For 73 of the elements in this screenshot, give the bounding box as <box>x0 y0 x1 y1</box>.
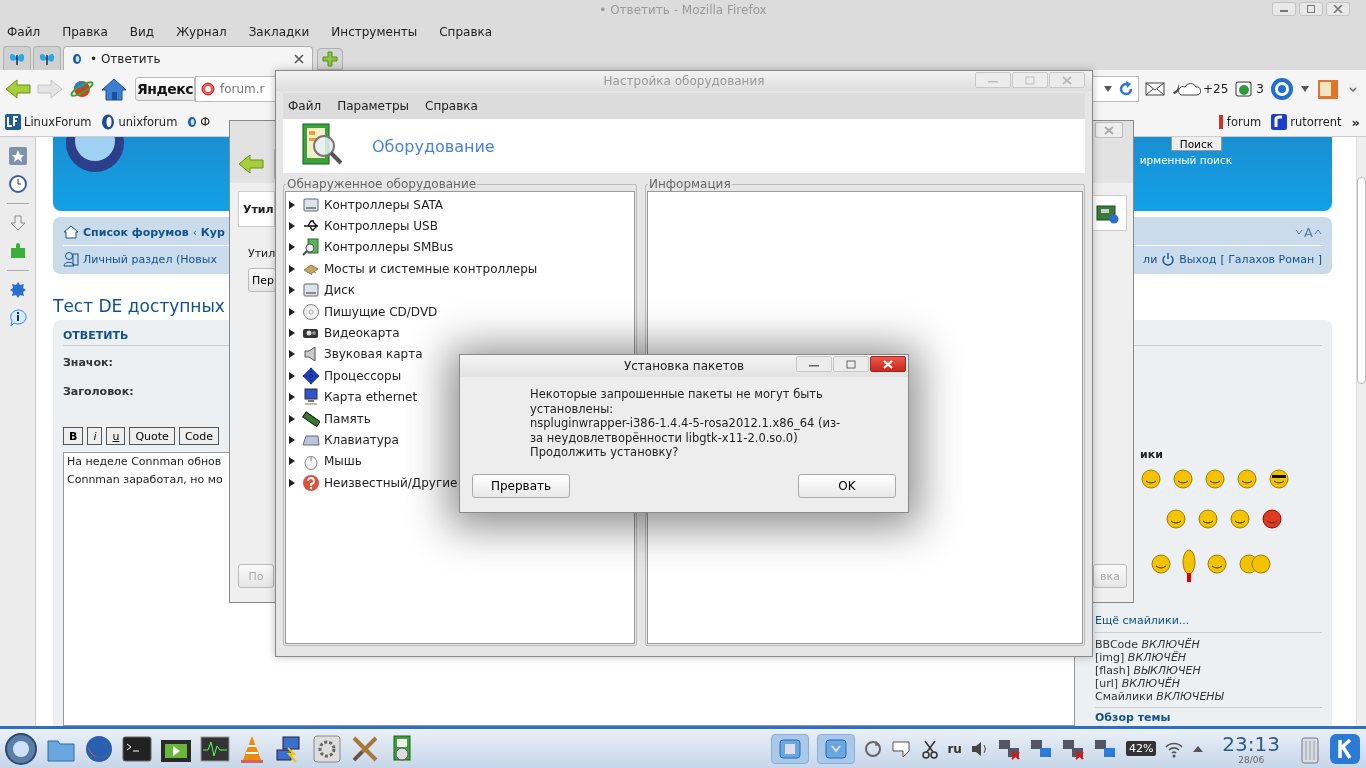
browser-tab[interactable]: • Ответить <box>63 46 313 70</box>
section-heading: Обзор темы <box>1095 711 1171 724</box>
topic-title: Тест DE доступных <box>53 296 225 316</box>
section-label: Утил <box>248 247 276 260</box>
dialog-button[interactable]: Прервать <box>472 474 570 498</box>
device-category[interactable]: Неизвестный/Другие <box>324 475 458 490</box>
option-status: [flash] ВЫКЛЮЧЕН <box>1095 664 1202 677</box>
device-category[interactable]: Звуковая карта <box>324 347 423 362</box>
group-title: Обнаруженное оборудование <box>286 177 478 191</box>
dialog-message: Некоторые запрошенные пакеты не могут быть установлены: nspluginwrapper-i386-1.4.4-5-rosa2012.1.x86_64 (из- за неудовлетворённости libgtk-x11-2.0.so.0) Продолжить установку? <box>530 387 842 460</box>
option-status: [img] ВКЛЮЧЁН <box>1095 651 1188 664</box>
device-category[interactable]: Карта ethernet <box>324 390 418 405</box>
bookmarks-overflow-button[interactable]: » <box>1351 114 1360 130</box>
menu-item[interactable]: Вид <box>129 25 155 39</box>
device-category[interactable]: Процессоры <box>324 368 402 383</box>
dialog-button[interactable]: Пер <box>248 268 276 292</box>
option-status: Смайлики ВКЛЮЧЕНЫ <box>1095 690 1225 703</box>
username-link[interactable]: [ Галахов Роман ] <box>1220 252 1322 266</box>
dialog-button[interactable]: OK <box>798 474 896 498</box>
format-button[interactable]: B <box>63 427 84 445</box>
device-category[interactable]: Клавиатура <box>324 433 399 447</box>
format-button[interactable]: i <box>87 427 103 445</box>
device-category[interactable]: Контроллеры SMBus <box>324 240 454 255</box>
section-heading: Оборудование <box>372 136 495 156</box>
bookmark[interactable]: unixforum <box>101 114 178 130</box>
device-category[interactable]: Мышь <box>324 454 362 469</box>
device-category[interactable]: Память <box>324 411 371 426</box>
device-category[interactable]: Контроллеры SATA <box>324 197 443 212</box>
section-title: Утил <box>243 202 274 216</box>
bookmark[interactable]: forum <box>1217 114 1262 130</box>
field-label: Значок: <box>63 356 113 369</box>
breadcrumb-separator: ‹ <box>192 226 197 238</box>
logout-link[interactable]: Выход <box>1179 252 1217 266</box>
field-label: Заголовок: <box>63 385 134 398</box>
clock[interactable]: 23:13 28/06 <box>1222 732 1280 765</box>
menu-item[interactable]: Параметры <box>337 99 410 113</box>
option-status: BBCode ВКЛЮЧЁН <box>1095 638 1201 651</box>
dialog-title: Установка пакетов <box>623 359 745 373</box>
window-title: Настройка оборудования <box>603 74 765 88</box>
breadcrumb-link[interactable]: Список форумов <box>83 225 189 239</box>
menu-item[interactable]: Правка <box>62 25 108 39</box>
members-link[interactable]: ли <box>1143 252 1158 266</box>
menu-item[interactable]: Закладки <box>248 25 310 39</box>
format-button[interactable]: Code <box>178 427 220 445</box>
device-category[interactable]: Контроллеры USB <box>324 219 438 234</box>
menu-item[interactable]: Справка <box>439 25 493 39</box>
count: 3 <box>1256 82 1264 96</box>
breadcrumb-link[interactable]: Кур <box>200 225 225 239</box>
bookmark[interactable]: Ф <box>187 115 211 129</box>
menu-item[interactable]: Файл <box>288 99 322 113</box>
menu-item[interactable]: Файл <box>7 25 41 39</box>
device-category[interactable]: Видеокарта <box>324 326 400 341</box>
menu-item[interactable]: Журнал <box>176 25 227 39</box>
temperature: +25 <box>1203 82 1229 96</box>
smilies-heading: ики <box>1139 448 1163 461</box>
device-category[interactable]: Пишущие CD/DVD <box>324 304 438 319</box>
device-category[interactable]: Мосты и системные контроллеры <box>324 261 538 276</box>
bookmark[interactable]: rutorrent <box>1271 114 1342 130</box>
bookmark[interactable]: LinuxForum <box>5 114 92 130</box>
menu-item[interactable]: Инструменты <box>331 25 418 39</box>
search-engine-button[interactable]: Яндекс <box>135 77 195 101</box>
search-button[interactable]: Поиск <box>1170 137 1222 151</box>
format-button[interactable]: Quote <box>129 427 175 445</box>
format-button[interactable]: u <box>106 427 126 445</box>
more-smilies-link[interactable]: Ещё смайлики... <box>1095 614 1322 633</box>
menu-item[interactable]: Справка <box>425 99 478 113</box>
keyboard-layout[interactable]: ru <box>947 741 962 756</box>
user-panel-link[interactable]: Личный раздел (Новых <box>83 252 217 266</box>
window-title: • Ответить - Mozilla Firefox <box>599 3 767 17</box>
option-status: [url] ВКЛЮЧЁН <box>1095 677 1181 690</box>
group-title: Информация <box>648 177 732 191</box>
battery-level[interactable]: 42% <box>1125 741 1157 756</box>
device-category[interactable]: Диск <box>324 283 356 298</box>
